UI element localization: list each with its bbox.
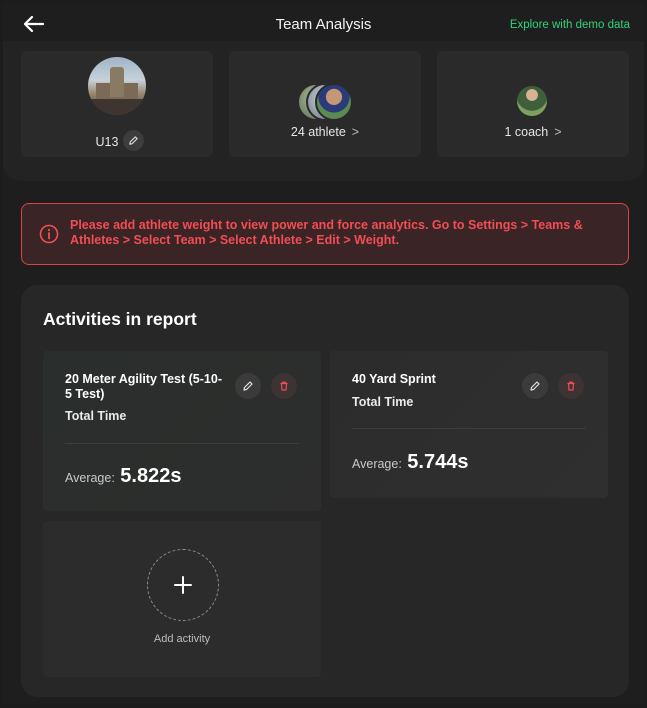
pencil-icon [129, 136, 138, 145]
average-value: 5.744s [407, 451, 469, 473]
athletes-card[interactable]: 24 athlete > [229, 51, 421, 157]
activity-metric: Total Time [352, 395, 414, 409]
athlete-avatars [297, 83, 357, 121]
alert-message: Please add athlete weight to view power … [70, 218, 583, 247]
trash-icon [280, 381, 288, 391]
average-value: 5.822s [120, 465, 182, 487]
app-frame: Team Analysis Explore with demo data U13… [3, 3, 644, 705]
coaches-count: 1 coach [504, 125, 549, 139]
coaches-link[interactable]: 1 coach > [437, 125, 629, 139]
activities-section: Activities in report 20 Meter Agility Te… [21, 285, 629, 697]
activity-name: 20 Meter Agility Test (5-10-5 Test) [65, 372, 222, 401]
activity-name: 40 Yard Sprint [352, 372, 436, 386]
demo-data-link[interactable]: Explore with demo data [510, 19, 630, 31]
average-label: Average: [65, 471, 115, 485]
trash-icon [567, 381, 575, 391]
edit-activity-button[interactable] [522, 373, 548, 399]
activity-card[interactable]: 40 Yard Sprint Total Time Average: 5.744… [330, 351, 608, 498]
pencil-icon [530, 381, 540, 391]
edit-team-button[interactable] [123, 130, 144, 151]
add-activity-button[interactable]: Add activity [43, 521, 321, 677]
info-icon [39, 224, 59, 244]
team-name: U13 [95, 135, 119, 149]
divider [352, 428, 586, 429]
team-overview: U13 24 athlete > 1 coach > [3, 41, 644, 181]
activity-average: Average: 5.744s [352, 451, 468, 474]
delete-activity-button[interactable] [271, 373, 297, 399]
avatar [517, 86, 547, 116]
team-card: U13 [21, 51, 213, 157]
weight-alert: Please add athlete weight to view power … [21, 203, 629, 265]
avatar [315, 83, 353, 121]
delete-activity-button[interactable] [558, 373, 584, 399]
chevron-right-icon: > [554, 125, 562, 139]
activity-average: Average: 5.822s [65, 465, 181, 488]
edit-activity-button[interactable] [235, 373, 261, 399]
activity-card[interactable]: 20 Meter Agility Test (5-10-5 Test) Tota… [43, 351, 321, 511]
coaches-card[interactable]: 1 coach > [437, 51, 629, 157]
plus-icon [147, 549, 219, 621]
pencil-icon [243, 381, 253, 391]
activity-metric: Total Time [65, 409, 127, 423]
divider [65, 443, 299, 444]
athletes-count: 24 athlete [290, 125, 346, 139]
add-activity-label: Add activity [153, 633, 211, 645]
section-title: Activities in report [43, 309, 197, 329]
athletes-link[interactable]: 24 athlete > [229, 125, 421, 139]
chevron-right-icon: > [351, 125, 360, 139]
team-avatar [88, 57, 146, 115]
average-label: Average: [352, 457, 402, 471]
